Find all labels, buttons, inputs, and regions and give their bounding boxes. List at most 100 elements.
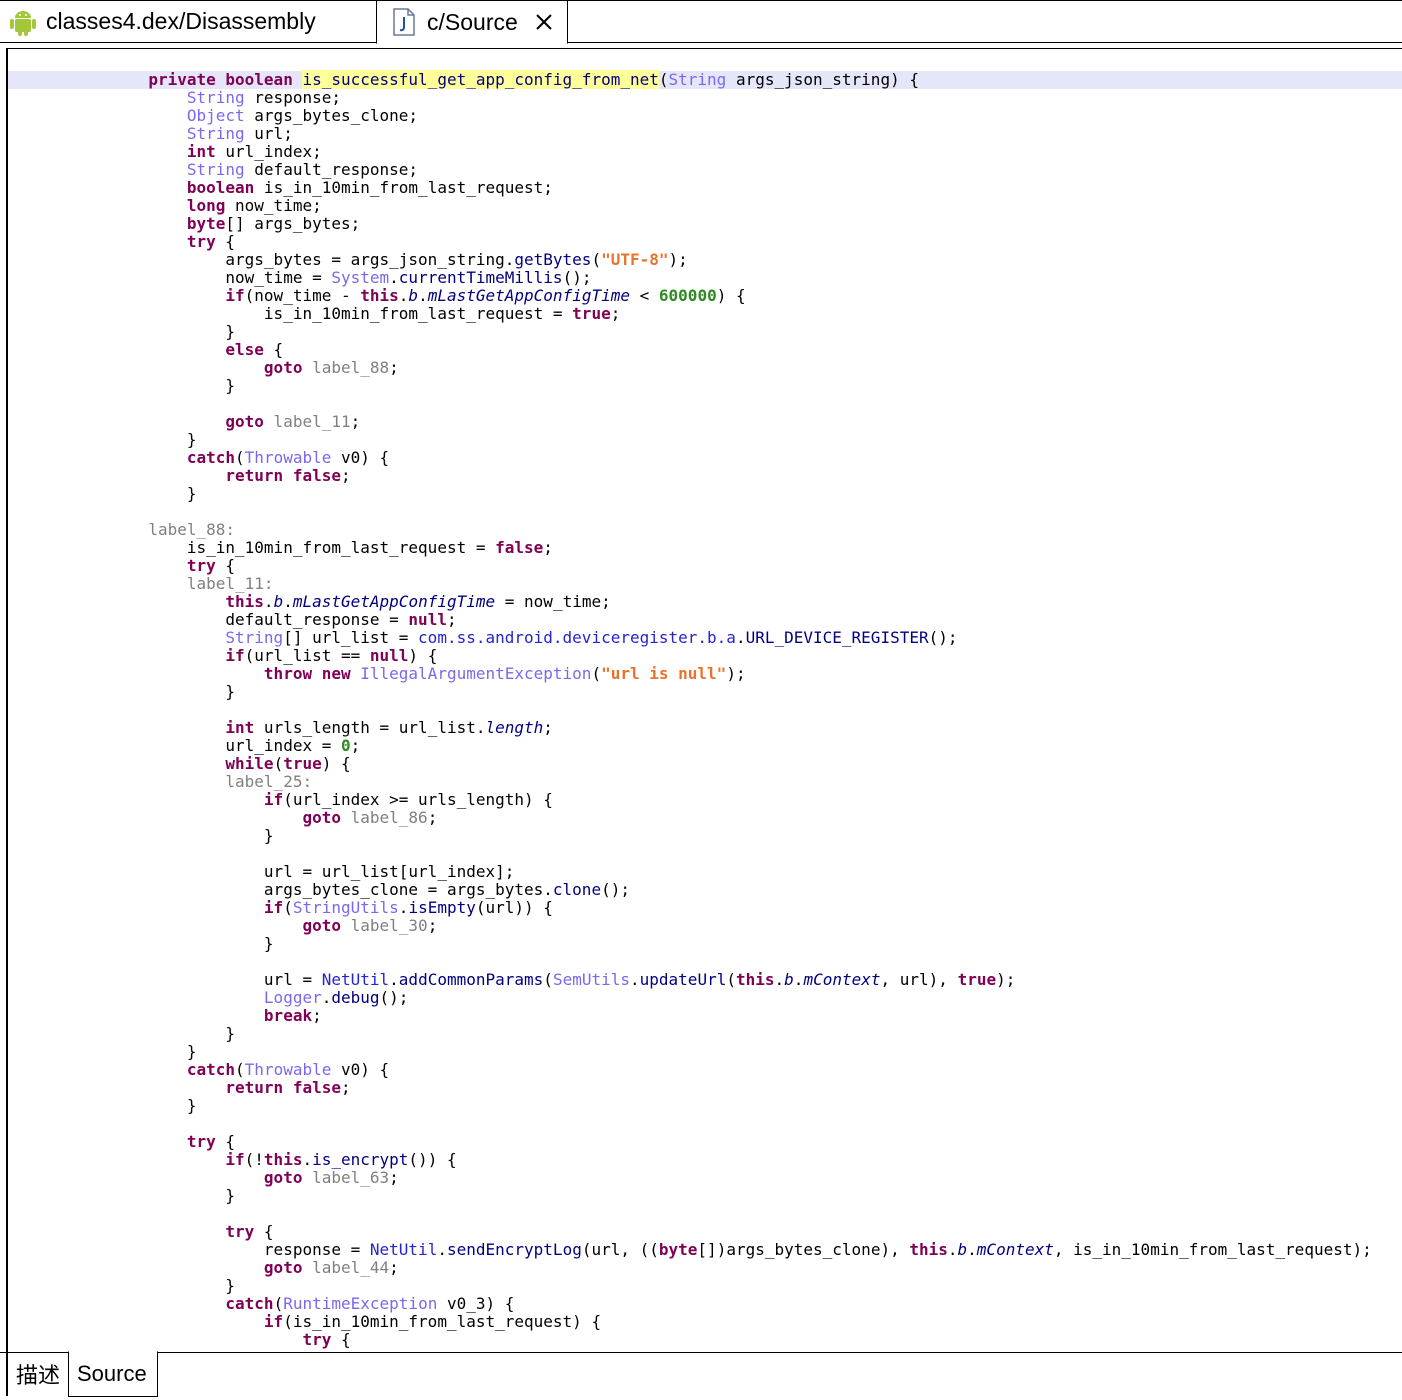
code-line[interactable]: label_25:: [8, 773, 1402, 791]
code-line[interactable]: args_bytes_clone = args_bytes.clone();: [8, 881, 1402, 899]
code-line[interactable]: now_time = System.currentTimeMillis();: [8, 269, 1402, 287]
code-view[interactable]: private boolean is_successful_get_app_co…: [8, 70, 1402, 1349]
code-line[interactable]: catch(Throwable v0) {: [8, 1061, 1402, 1079]
code-line[interactable]: while(true) {: [8, 755, 1402, 773]
code-token: goto: [302, 808, 341, 827]
code-line[interactable]: if(!this.is_encrypt()) {: [8, 1151, 1402, 1169]
code-line[interactable]: catch(Throwable v0) {: [8, 449, 1402, 467]
code-line[interactable]: url = NetUtil.addCommonParams(SemUtils.u…: [8, 971, 1402, 989]
tab-source-bottom[interactable]: Source: [68, 1351, 158, 1397]
code-line[interactable]: String url;: [8, 125, 1402, 143]
tab-description[interactable]: 描述: [6, 1352, 68, 1396]
code-line[interactable]: return false;: [8, 467, 1402, 485]
code-line[interactable]: [8, 1115, 1402, 1133]
code-line[interactable]: label_11:: [8, 575, 1402, 593]
close-icon[interactable]: [534, 12, 554, 32]
code-line[interactable]: if(now_time - this.b.mLastGetAppConfigTi…: [8, 287, 1402, 305]
code-line[interactable]: String[] url_list = com.ss.android.devic…: [8, 629, 1402, 647]
code-line-current[interactable]: private boolean is_successful_get_app_co…: [8, 70, 1402, 89]
code-line[interactable]: goto label_11;: [8, 413, 1402, 431]
code-line[interactable]: [8, 701, 1402, 719]
code-line[interactable]: throw new IllegalArgumentException("url …: [8, 665, 1402, 683]
code-line[interactable]: [8, 953, 1402, 971]
code-line[interactable]: int urls_length = url_list.length;: [8, 719, 1402, 737]
code-line[interactable]: if(is_in_10min_from_last_request) {: [8, 1313, 1402, 1331]
code-token: byte: [186, 214, 226, 233]
code-line[interactable]: try {: [8, 233, 1402, 251]
code-line[interactable]: is_in_10min_from_last_request = true;: [8, 305, 1402, 323]
code-line[interactable]: int url_index;: [8, 143, 1402, 161]
code-token: .: [302, 1150, 313, 1169]
code-line[interactable]: goto label_63;: [8, 1169, 1402, 1187]
code-line[interactable]: try {: [8, 1223, 1402, 1241]
code-line[interactable]: String response;: [8, 89, 1402, 107]
code-line[interactable]: }: [8, 683, 1402, 701]
code-line[interactable]: if(url_index >= urls_length) {: [8, 791, 1402, 809]
code-line[interactable]: }: [8, 485, 1402, 503]
code-line[interactable]: catch(RuntimeException v0_3) {: [8, 1295, 1402, 1313]
code-line[interactable]: default_response = null;: [8, 611, 1402, 629]
tab-source[interactable]: c/Source: [376, 0, 568, 44]
code-line[interactable]: Logger.debug();: [8, 989, 1402, 1007]
code-line[interactable]: goto label_86;: [8, 809, 1402, 827]
code-token: url_index =: [148, 736, 341, 755]
tab-disassembly[interactable]: classes4.dex/Disassembly: [0, 0, 376, 42]
code-line[interactable]: byte[] args_bytes;: [8, 215, 1402, 233]
code-line[interactable]: try {: [8, 1133, 1402, 1151]
code-line[interactable]: goto label_88;: [8, 359, 1402, 377]
code-line[interactable]: String default_response;: [8, 161, 1402, 179]
code-token: }: [148, 376, 236, 395]
code-line[interactable]: goto label_44;: [8, 1259, 1402, 1277]
code-line[interactable]: }: [8, 1277, 1402, 1295]
code-line[interactable]: [8, 845, 1402, 863]
code-line[interactable]: args_bytes = args_json_string.getBytes("…: [8, 251, 1402, 269]
code-line[interactable]: }: [8, 431, 1402, 449]
code-line[interactable]: }: [8, 827, 1402, 845]
source-editor[interactable]: private boolean is_successful_get_app_co…: [6, 48, 1402, 1352]
code-line[interactable]: [8, 395, 1402, 413]
code-line[interactable]: [8, 503, 1402, 521]
code-line[interactable]: this.b.mLastGetAppConfigTime = now_time;: [8, 593, 1402, 611]
code-line[interactable]: }: [8, 1025, 1402, 1043]
code-line[interactable]: url = url_list[url_index];: [8, 863, 1402, 881]
code-line[interactable]: }: [8, 1043, 1402, 1061]
code-line[interactable]: }: [8, 1097, 1402, 1115]
code-line[interactable]: is_in_10min_from_last_request = false;: [8, 539, 1402, 557]
code-token: , url),: [880, 970, 958, 989]
code-line[interactable]: label_88:: [8, 521, 1402, 539]
code-line[interactable]: }: [8, 935, 1402, 953]
code-line[interactable]: response = NetUtil.sendEncryptLog(url, (…: [8, 1241, 1402, 1259]
code-line[interactable]: url_index = 0;: [8, 737, 1402, 755]
code-line[interactable]: }: [8, 377, 1402, 395]
code-line[interactable]: goto label_30;: [8, 917, 1402, 935]
code-token: .: [735, 628, 746, 647]
code-line[interactable]: }: [8, 1187, 1402, 1205]
code-line[interactable]: Object args_bytes_clone;: [8, 107, 1402, 125]
code-line[interactable]: return false;: [8, 1079, 1402, 1097]
code-line[interactable]: break;: [8, 1007, 1402, 1025]
code-line[interactable]: long now_time;: [8, 197, 1402, 215]
code-line[interactable]: boolean is_in_10min_from_last_request;: [8, 179, 1402, 197]
code-token: updateUrl: [639, 970, 727, 989]
code-line[interactable]: }: [8, 323, 1402, 341]
code-token: now_time =: [148, 268, 332, 287]
code-line[interactable]: if(StringUtils.isEmpty(url)) {: [8, 899, 1402, 917]
code-line[interactable]: if(url_list == null) {: [8, 647, 1402, 665]
code-line[interactable]: [8, 1205, 1402, 1223]
code-line[interactable]: try {: [8, 1331, 1402, 1349]
code-line[interactable]: try {: [8, 557, 1402, 575]
code-token: mContext: [803, 970, 881, 989]
code-line[interactable]: else {: [8, 341, 1402, 359]
